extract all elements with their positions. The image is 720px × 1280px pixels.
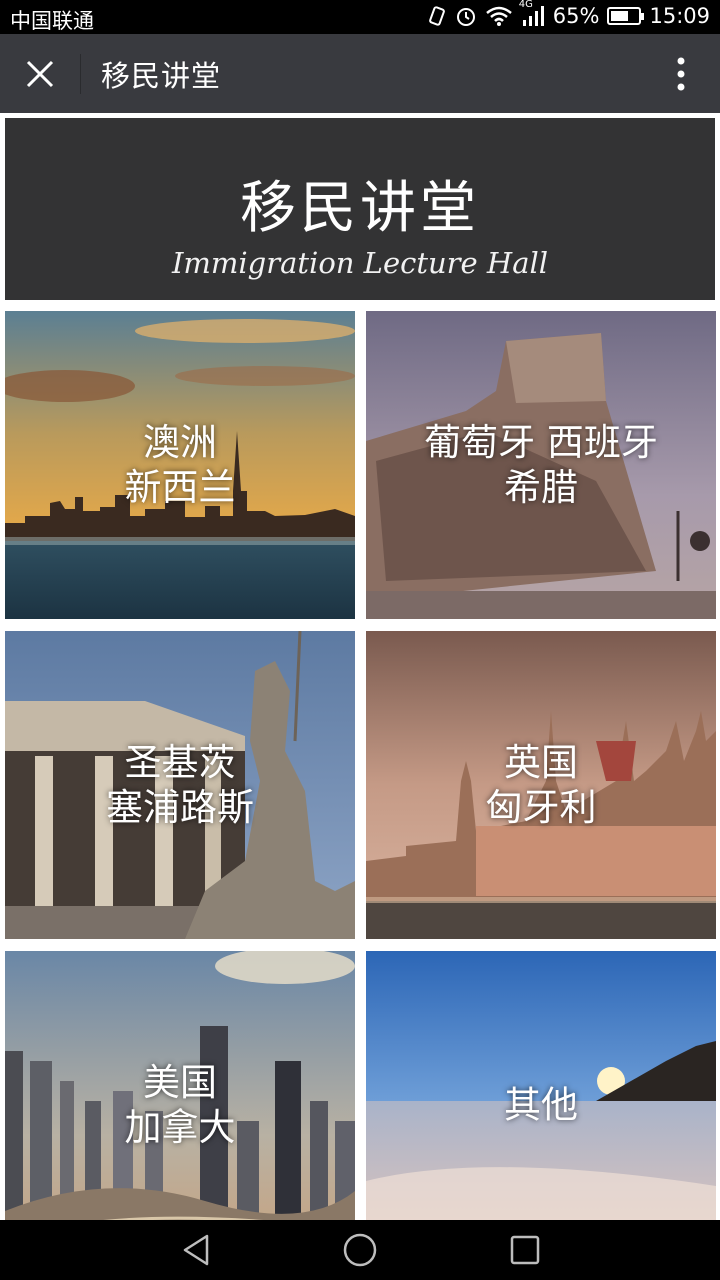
recents-button[interactable]: [505, 1232, 545, 1268]
tile-label-line2: 希腊: [504, 466, 578, 509]
title-bar: 移民讲堂: [0, 34, 720, 113]
vibrate-icon: [427, 5, 447, 27]
close-icon: [26, 60, 54, 88]
tile-usa-canada[interactable]: 美国 加拿大: [5, 951, 355, 1220]
tile-label: 圣基茨 塞浦路斯: [5, 740, 355, 830]
back-triangle-icon: [183, 1234, 209, 1266]
home-circle-icon: [343, 1233, 377, 1267]
status-bar: 中国联通 4G 65% 15:09: [0, 0, 720, 34]
tile-label-line2: 匈牙利: [485, 786, 597, 829]
tile-label: 其他: [366, 1083, 716, 1128]
banner-subtitle: Immigration Lecture Hall: [171, 246, 549, 280]
close-button[interactable]: [16, 52, 64, 96]
recents-square-icon: [510, 1235, 540, 1265]
page-content: 移民讲堂 Immigration Lecture Hall 澳洲 新西兰 葡萄牙…: [0, 113, 720, 1220]
status-icons: 4G 65% 15:09: [427, 0, 710, 28]
tile-stkitts-cyprus[interactable]: 圣基茨 塞浦路斯: [5, 631, 355, 939]
title-divider: [80, 54, 81, 94]
tile-label: 葡萄牙 西班牙 希腊: [366, 420, 716, 510]
battery-icon: [607, 7, 645, 25]
tile-label: 美国 加拿大: [5, 1060, 355, 1150]
tile-australia-newzealand[interactable]: 澳洲 新西兰: [5, 311, 355, 619]
lecture-hall-banner: 移民讲堂 Immigration Lecture Hall: [5, 118, 715, 300]
tile-uk-hungary[interactable]: 英国 匈牙利: [366, 631, 716, 939]
tile-label-line1: 其他: [504, 1083, 578, 1127]
page-title: 移民讲堂: [101, 59, 222, 93]
tile-label-line1: 澳洲: [143, 421, 217, 464]
banner-title: 移民讲堂: [240, 176, 480, 241]
clock: 15:09: [649, 4, 710, 28]
tile-others[interactable]: 其他: [366, 951, 716, 1220]
tile-label-line1: 英国: [504, 741, 578, 784]
navigation-bar: [0, 1220, 720, 1280]
tile-label-line1: 圣基茨: [124, 741, 236, 784]
wifi-icon: [485, 5, 513, 27]
carrier-name: 中国联通: [10, 9, 94, 33]
network-type: 4G: [518, 0, 533, 10]
back-button[interactable]: [176, 1232, 216, 1268]
tile-label-line2: 新西兰: [124, 466, 236, 509]
home-button[interactable]: [340, 1232, 380, 1268]
more-vertical-icon: [677, 57, 685, 91]
more-menu-button[interactable]: [666, 52, 696, 96]
tile-portugal-spain-greece[interactable]: 葡萄牙 西班牙 希腊: [366, 311, 716, 619]
tile-label: 英国 匈牙利: [366, 740, 716, 830]
tile-label-line1: 美国: [143, 1061, 217, 1104]
tile-label-line1: 葡萄牙 西班牙: [424, 421, 658, 464]
battery-percent: 65%: [552, 4, 600, 28]
tile-label-line2: 加拿大: [124, 1106, 236, 1149]
tile-label: 澳洲 新西兰: [5, 420, 355, 510]
tile-label-line2: 塞浦路斯: [106, 786, 254, 829]
signal-icon: 4G: [519, 0, 545, 27]
alarm-icon: [455, 5, 477, 27]
